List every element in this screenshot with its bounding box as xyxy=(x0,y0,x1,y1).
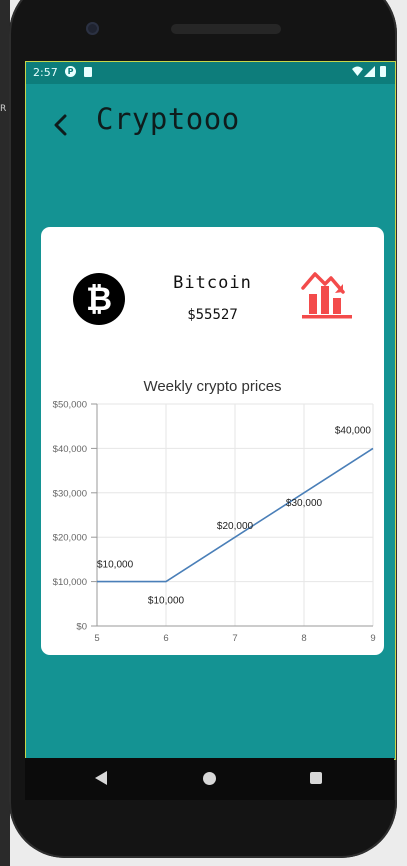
cell-signal-icon xyxy=(364,66,375,77)
battery-icon xyxy=(380,66,386,77)
y-tick-label: $50,000 xyxy=(53,400,87,411)
android-nav-bar xyxy=(25,758,394,800)
y-tick-label: $0 xyxy=(76,622,87,633)
y-tick-label: $10,000 xyxy=(53,577,87,588)
x-tick-label: 9 xyxy=(370,633,375,644)
background-window-text: R xyxy=(0,104,7,114)
y-tick-label: $40,000 xyxy=(53,444,87,455)
x-tick-label: 6 xyxy=(163,633,168,644)
app-title: Cryptooo xyxy=(96,102,240,136)
data-label: $10,000 xyxy=(148,596,185,607)
earpiece-speaker xyxy=(171,24,281,34)
data-label: $20,000 xyxy=(217,521,254,532)
nav-back-button[interactable] xyxy=(95,771,107,785)
nav-recents-button[interactable] xyxy=(310,772,322,784)
sd-card-icon xyxy=(84,67,92,77)
wifi-icon xyxy=(352,66,363,76)
y-tick-label: $20,000 xyxy=(53,533,87,544)
x-tick-label: 8 xyxy=(301,633,306,644)
data-label: $10,000 xyxy=(97,560,134,571)
y-tick-label: $30,000 xyxy=(53,488,87,499)
nav-home-button[interactable] xyxy=(203,772,216,785)
front-camera xyxy=(86,22,99,35)
app-screen: 2:57 P Cryptooo ₿ Bitcoin $55527 Weekly … xyxy=(25,61,396,760)
status-time: 2:57 xyxy=(33,66,58,79)
x-tick-label: 5 xyxy=(94,633,99,644)
price-line-chart: $0 $10,000 $20,000 $30,000 $40,000 $50,000 5 6 7… xyxy=(53,400,376,645)
data-label: $30,000 xyxy=(286,498,323,509)
coin-card: ₿ Bitcoin $55527 Weekly crypto prices $0… xyxy=(41,227,384,655)
status-bar: 2:57 P xyxy=(26,62,395,84)
notification-p-icon: P xyxy=(65,66,76,77)
back-arrow-icon[interactable] xyxy=(48,112,74,138)
x-tick-label: 7 xyxy=(232,633,237,644)
data-label: $40,000 xyxy=(335,425,372,436)
